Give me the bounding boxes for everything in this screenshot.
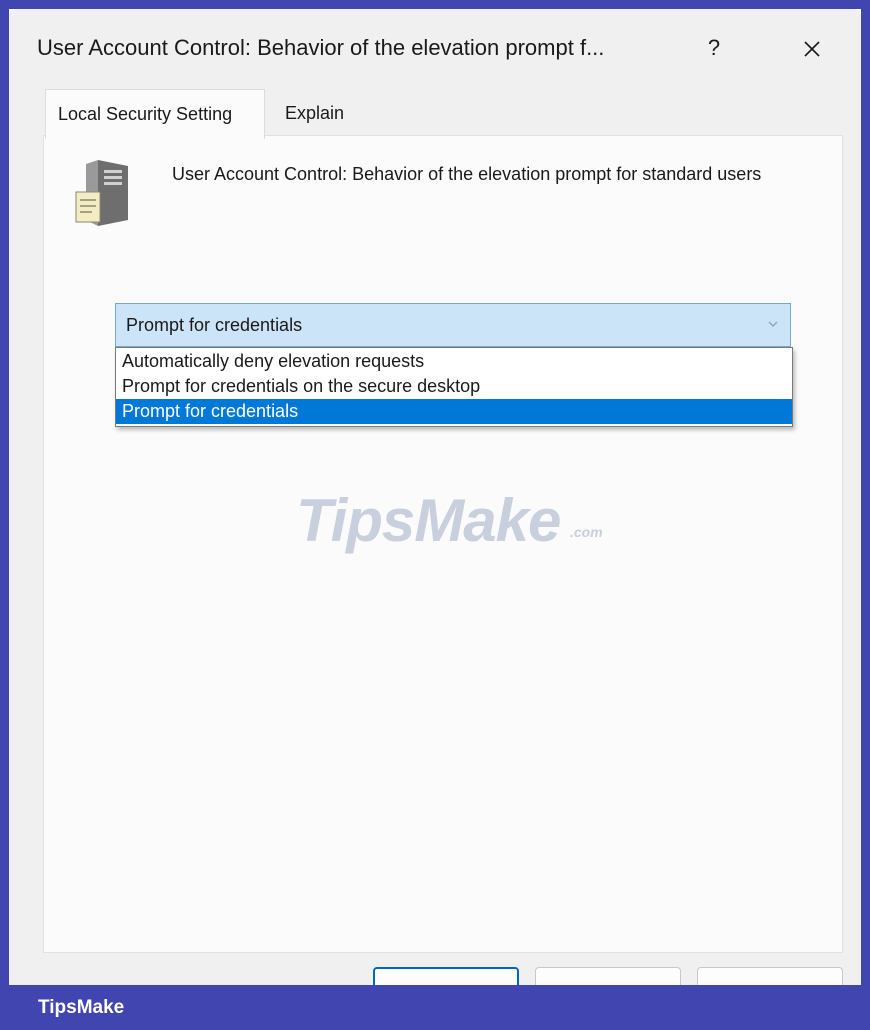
elevation-prompt-dropdown[interactable]: Prompt for credentials xyxy=(115,303,791,347)
policy-title: User Account Control: Behavior of the el… xyxy=(172,164,762,184)
option-prompt-credentials[interactable]: Prompt for credentials xyxy=(116,399,792,424)
frame-right-border xyxy=(861,0,870,985)
frame-top-border xyxy=(0,0,870,9)
dropdown-selected-value: Prompt for credentials xyxy=(126,315,303,335)
title-bar: User Account Control: Behavior of the el… xyxy=(9,9,861,85)
chevron-down-icon xyxy=(768,321,778,328)
close-icon xyxy=(804,41,820,57)
server-document-icon xyxy=(75,160,128,226)
banner-brand-text: TipsMake xyxy=(38,997,125,1018)
option-deny-elevation[interactable]: Automatically deny elevation requests xyxy=(116,349,792,374)
option-credentials-secure-desktop[interactable]: Prompt for credentials on the secure des… xyxy=(116,374,792,399)
watermark-logo: TipsMake .com xyxy=(296,476,626,566)
apply-button[interactable] xyxy=(697,967,843,985)
close-button[interactable] xyxy=(789,31,835,67)
tab-explain[interactable]: Explain xyxy=(285,103,344,133)
window-title: User Account Control: Behavior of the el… xyxy=(37,35,605,60)
policy-properties-dialog: User Account Control: Behavior of the el… xyxy=(9,9,861,985)
watermark-suffix: .com xyxy=(570,524,603,540)
tab-content-panel: User Account Control: Behavior of the el… xyxy=(43,135,843,953)
site-banner: TipsMake xyxy=(0,985,870,1030)
ok-button[interactable] xyxy=(373,967,519,985)
dropdown-options-list: Automatically deny elevation requests Pr… xyxy=(115,347,793,427)
tab-local-security-setting[interactable]: Local Security Setting xyxy=(45,89,265,139)
frame-left-border xyxy=(0,0,9,985)
cancel-button[interactable] xyxy=(535,967,681,985)
help-button[interactable]: ? xyxy=(694,31,734,65)
watermark-text: TipsMake xyxy=(296,487,561,554)
